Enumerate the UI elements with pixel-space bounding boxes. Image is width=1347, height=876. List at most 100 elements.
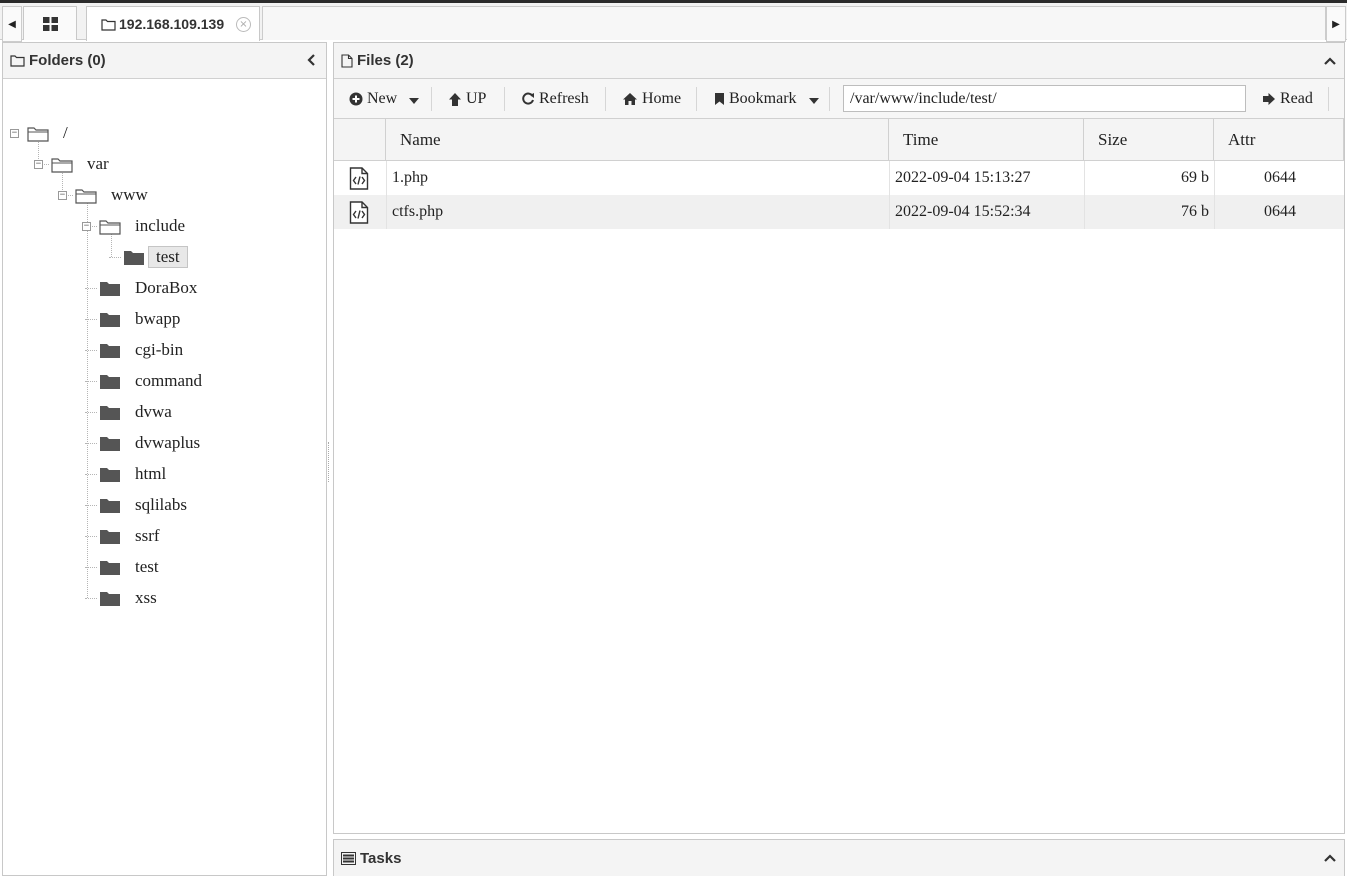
scroll-tabs-left-button[interactable]: ◀	[2, 6, 22, 42]
folder-icon	[99, 590, 121, 607]
folder-tree-label: command	[135, 371, 203, 390]
folder-tree-item[interactable]: DoraBox	[99, 276, 203, 300]
scroll-tabs-right-button[interactable]: ▶	[1326, 6, 1346, 42]
file-outline-icon	[341, 53, 353, 68]
folder-icon	[99, 466, 121, 483]
folders-panel: Folders (0) / − var − www − include − test DoraBo…	[2, 42, 327, 876]
tab-bar-empty-area	[262, 6, 1326, 40]
folder-tree-item[interactable]: www	[75, 183, 154, 207]
file-size: 76 b	[1181, 203, 1209, 220]
folder-open-icon	[51, 156, 73, 173]
path-input[interactable]	[843, 85, 1246, 112]
folder-tree-label: DoraBox	[135, 278, 198, 297]
folder-tree-label: dvwa	[135, 402, 172, 421]
folder-tree-label: www	[111, 185, 148, 204]
files-panel-title: Files (2)	[357, 52, 414, 69]
read-button[interactable]: Read	[1262, 84, 1313, 114]
chevron-down-icon	[808, 98, 819, 104]
folder-tree-label: /	[63, 123, 68, 142]
folder-tree-item[interactable]: include	[99, 214, 191, 238]
tab-bar: ◀ 192.168.109.139 × ▶	[0, 3, 1347, 42]
tasks-panel-title: Tasks	[360, 849, 402, 867]
folder-icon	[99, 559, 121, 576]
file-attr: 0644	[1264, 203, 1296, 220]
table-row[interactable]: 1.php 2022-09-04 15:13:27 69 b 0644	[334, 161, 1344, 195]
refresh-button[interactable]: Refresh	[521, 84, 589, 114]
collapse-up-icon[interactable]	[1324, 54, 1336, 69]
folder-tree-item[interactable]: dvwa	[99, 400, 178, 424]
up-button[interactable]: UP	[448, 84, 486, 114]
grid-icon	[42, 16, 58, 31]
folder-tree-label: test	[148, 246, 188, 268]
tab-grid-overview[interactable]	[23, 6, 77, 40]
folders-panel-header: Folders (0)	[3, 43, 326, 79]
folder-tree-label: dvwaplus	[135, 433, 201, 452]
files-toolbar: New UP Refresh Home Bookmark /var/www/in…	[334, 79, 1344, 119]
file-time: 2022-09-04 15:52:34	[895, 203, 1031, 220]
column-header-icon	[334, 119, 386, 160]
folder-icon	[99, 435, 121, 452]
folders-panel-title: Folders (0)	[29, 52, 106, 69]
home-button[interactable]: Home	[622, 84, 681, 114]
folder-tree-label: include	[135, 216, 186, 235]
folder-tree-label: var	[87, 154, 109, 173]
folder-icon	[99, 342, 121, 359]
column-header-time[interactable]: Time	[889, 119, 1084, 160]
files-panel: Files (2) New UP Refresh Home Bookmark /…	[333, 42, 1345, 834]
folder-tree-item[interactable]: test	[123, 245, 188, 269]
folder-tree-label: ssrf	[135, 526, 160, 545]
folder-open-icon	[27, 125, 49, 142]
collapse-node-icon[interactable]: −	[82, 222, 91, 231]
folder-tree-item[interactable]: /	[27, 121, 74, 145]
bookmark-button[interactable]: Bookmark	[714, 84, 819, 114]
folder-tree-item[interactable]: dvwaplus	[99, 431, 206, 455]
folder-tree-label: bwapp	[135, 309, 181, 328]
folder-tree-label: xss	[135, 588, 157, 607]
column-header-name[interactable]: Name	[386, 119, 889, 160]
files-panel-header: Files (2)	[334, 43, 1344, 79]
column-header-size[interactable]: Size	[1084, 119, 1214, 160]
folder-tree-item[interactable]: command	[99, 369, 208, 393]
folder-outline-icon	[10, 54, 25, 67]
tasks-panel-header[interactable]: Tasks	[334, 840, 1344, 876]
collapse-node-icon[interactable]: −	[34, 160, 43, 169]
column-header-attr[interactable]: Attr	[1214, 119, 1344, 160]
tab-host[interactable]: 192.168.109.139 ×	[86, 6, 260, 41]
file-size: 69 b	[1181, 169, 1209, 186]
folder-tree-item[interactable]: test	[99, 555, 165, 579]
folder-open-icon	[99, 218, 121, 235]
folder-tree-item[interactable]: cgi-bin	[99, 338, 189, 362]
php-file-icon	[349, 195, 369, 229]
folder-icon	[99, 311, 121, 328]
close-tab-icon[interactable]: ×	[236, 17, 251, 32]
collapse-up-icon[interactable]	[1324, 851, 1336, 866]
folder-tree-label: sqlilabs	[135, 495, 187, 514]
new-button[interactable]: New	[349, 84, 420, 114]
bookmark-icon	[714, 92, 725, 106]
bookmark-button-label: Bookmark	[729, 90, 797, 107]
tasks-panel: Tasks	[333, 839, 1345, 876]
collapse-left-icon[interactable]	[307, 54, 316, 69]
folder-tree-item[interactable]: ssrf	[99, 524, 166, 548]
collapse-node-icon[interactable]: −	[10, 129, 19, 138]
files-table-header: Name Time Size Attr	[334, 119, 1344, 161]
file-name: 1.php	[392, 169, 428, 186]
folder-tree-item[interactable]: xss	[99, 586, 163, 610]
folder-tree-item[interactable]: bwapp	[99, 307, 186, 331]
folder-icon	[123, 249, 145, 266]
file-time: 2022-09-04 15:13:27	[895, 169, 1031, 186]
folder-tree-item[interactable]: sqlilabs	[99, 493, 193, 517]
home-button-label: Home	[642, 90, 682, 107]
table-row[interactable]: ctfs.php 2022-09-04 15:52:34 76 b 0644	[334, 195, 1344, 229]
new-button-label: New	[367, 90, 398, 107]
folder-open-icon	[75, 187, 97, 204]
file-name: ctfs.php	[392, 203, 444, 220]
php-file-icon	[349, 161, 369, 195]
plus-circle-icon	[349, 92, 363, 106]
collapse-node-icon[interactable]: −	[58, 191, 67, 200]
refresh-icon	[521, 92, 535, 106]
tab-host-label: 192.168.109.139	[119, 16, 225, 32]
folder-tree-item[interactable]: var	[51, 152, 115, 176]
folder-icon	[99, 528, 121, 545]
folder-tree-item[interactable]: html	[99, 462, 172, 486]
